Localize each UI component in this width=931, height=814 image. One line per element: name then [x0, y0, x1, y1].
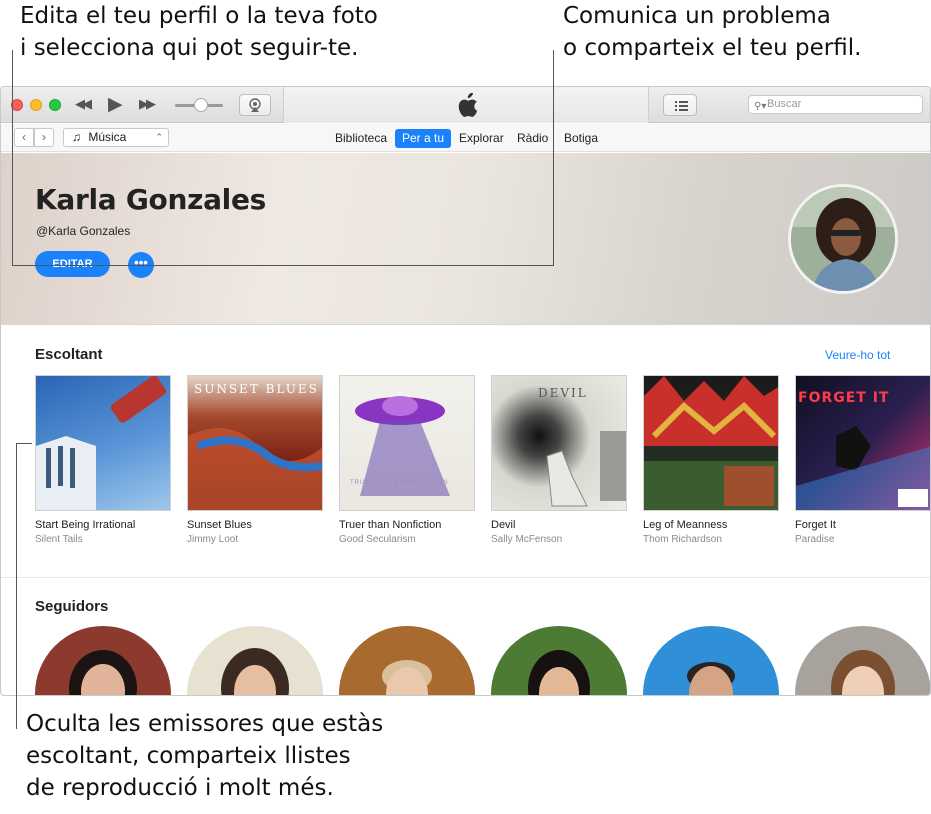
back-button[interactable]: ‹	[14, 128, 34, 147]
callout-hide-stations: Oculta les emissores que estàs escoltant…	[26, 711, 384, 801]
callout-line	[553, 50, 554, 265]
zoom-window-button[interactable]	[49, 99, 61, 111]
volume-knob[interactable]	[194, 98, 208, 112]
callout-line	[12, 265, 154, 266]
forward-button[interactable]: ›	[34, 128, 54, 147]
album-title: Devil	[491, 519, 516, 531]
list-view-button[interactable]	[663, 94, 697, 116]
album-card[interactable]: FORGET IT Forget It Paradise	[795, 375, 930, 545]
search-icon: ⚲▾	[754, 101, 767, 112]
album-artist: Paradise	[795, 534, 835, 545]
album-art: FORGET IT	[795, 375, 930, 511]
music-note-icon: ♫	[72, 130, 81, 144]
callout-line	[16, 443, 17, 729]
follower-avatar[interactable]	[491, 626, 627, 695]
section-divider	[1, 577, 930, 578]
media-type-label: Música	[88, 130, 127, 144]
follower-avatar[interactable]	[795, 626, 930, 695]
follower-avatar[interactable]	[187, 626, 323, 695]
callout-line	[154, 265, 554, 266]
profile-handle: @Karla Gonzales	[36, 224, 131, 238]
album-title: Leg of Meanness	[643, 519, 728, 531]
itunes-window: ◀◀ ▶ ▶▶ ⚲▾ Buscar ‹ › ♫ Música ⌃ Bibliot…	[0, 86, 931, 696]
tab-radio[interactable]: Ràdio	[510, 129, 555, 148]
profile-header: Karla Gonzales @Karla Gonzales EDITAR ••…	[1, 153, 930, 325]
search-input[interactable]: ⚲▾ Buscar	[748, 95, 923, 114]
list-view-icon	[675, 101, 688, 111]
album-card[interactable]: TRUER THAN NONFICTION Truer than Nonfict…	[339, 375, 475, 545]
album-art-text: TRUER THAN NONFICTION	[350, 480, 449, 486]
search-placeholder: Buscar	[767, 98, 802, 110]
callout-line	[12, 50, 13, 265]
follower-avatar[interactable]	[35, 626, 171, 695]
album-art: DEVIL	[491, 375, 627, 511]
minimize-window-button[interactable]	[30, 99, 42, 111]
see-all-link[interactable]: Veure-ho tot	[825, 348, 890, 362]
tab-browse[interactable]: Explorar	[452, 129, 511, 148]
album-art	[35, 375, 171, 511]
album-card[interactable]: DEVIL Devil Sally McFenson	[491, 375, 627, 545]
profile-name: Karla Gonzales	[35, 183, 267, 216]
media-type-select[interactable]: ♫ Música ⌃	[63, 128, 169, 147]
tab-for-you[interactable]: Per a tu	[395, 129, 452, 148]
album-title: Truer than Nonfiction	[339, 519, 442, 531]
now-playing-display	[283, 87, 649, 123]
album-card[interactable]: Start Being Irrational Silent Tails	[35, 375, 171, 545]
listening-section-title: Escoltant	[35, 346, 103, 363]
followers-section-title: Seguidors	[35, 598, 109, 615]
album-art: TRUER THAN NONFICTION	[339, 375, 475, 511]
album-title: Start Being Irrational	[35, 519, 136, 531]
toolbar: ◀◀ ▶ ▶▶ ⚲▾ Buscar	[1, 87, 930, 123]
album-title: Forget It	[795, 519, 836, 531]
fast-forward-icon[interactable]: ▶▶	[139, 96, 156, 112]
album-card[interactable]: SUNSET BLUES Sunset Blues Jimmy Loot	[187, 375, 323, 545]
tab-store[interactable]: Botiga	[557, 129, 605, 148]
callout-report-share: Comunica un problema o comparteix el teu…	[563, 3, 862, 61]
album-artist: Jimmy Loot	[187, 534, 239, 545]
play-icon[interactable]: ▶	[108, 93, 123, 116]
airplay-icon	[249, 98, 261, 112]
callout-line	[16, 443, 32, 444]
airplay-button[interactable]	[239, 94, 271, 116]
album-art	[643, 375, 779, 511]
edit-profile-button[interactable]: EDITAR	[35, 251, 110, 277]
apple-logo	[458, 93, 478, 117]
album-artist: Thom Richardson	[643, 534, 722, 545]
chevron-updown-icon: ⌃	[155, 132, 163, 142]
album-art: SUNSET BLUES	[187, 375, 323, 511]
navigation-bar: ‹ › ♫ Música ⌃ Biblioteca Per a tu Explo…	[1, 124, 930, 152]
album-artist: Good Secularism	[339, 534, 416, 545]
album-card[interactable]: Leg of Meanness Thom Richardson	[643, 375, 779, 545]
album-title: Sunset Blues	[187, 519, 252, 531]
tab-library[interactable]: Biblioteca	[328, 129, 394, 148]
profile-photo-image	[791, 187, 895, 291]
callout-edit-profile: Edita el teu perfil o la teva foto i sel…	[20, 3, 378, 61]
profile-photo[interactable]	[788, 184, 898, 294]
follower-avatar[interactable]	[339, 626, 475, 695]
rewind-icon[interactable]: ◀◀	[75, 96, 92, 112]
album-artist: Silent Tails	[35, 534, 83, 545]
follower-avatar[interactable]	[643, 626, 779, 695]
album-artist: Sally McFenson	[491, 534, 563, 545]
